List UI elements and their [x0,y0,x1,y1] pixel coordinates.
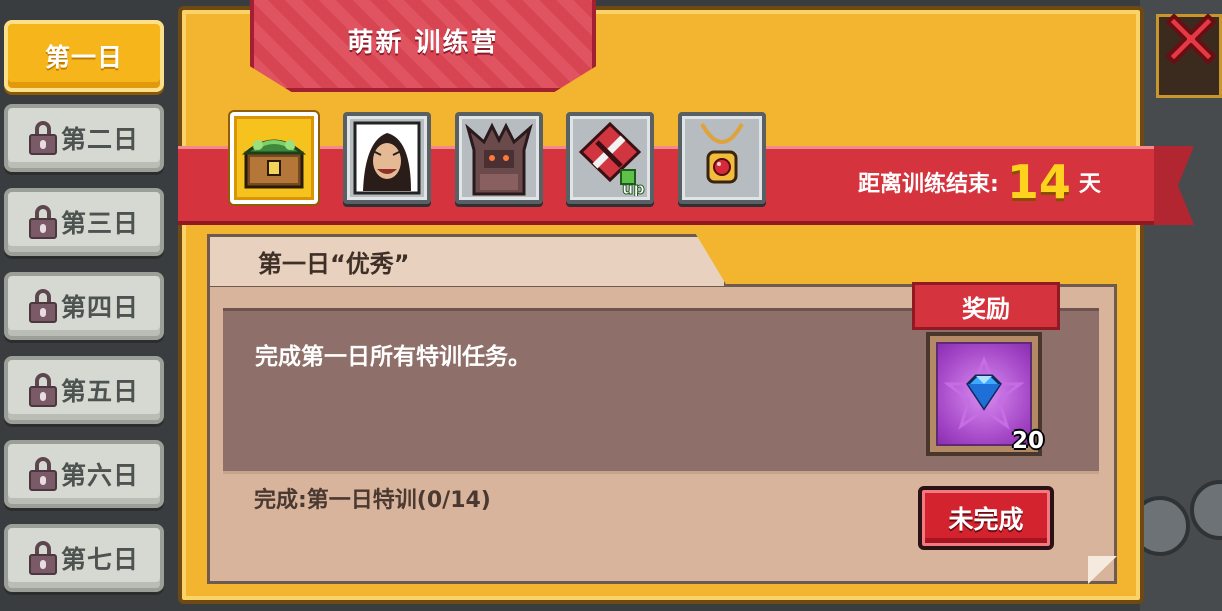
status-label: 未完成 [948,505,1024,534]
task-card-tab: 第一日“优秀” [207,234,727,286]
lock-icon [28,121,57,155]
lock-icon [28,457,57,491]
task-description: 完成第一日所有特训任务。 [255,344,531,370]
day-tab-label: 第四日 [60,293,139,322]
tab-hero-portrait[interactable] [343,112,431,204]
amulet-icon [700,123,744,184]
day-tab-label: 第三日 [60,209,139,238]
lock-icon [28,541,57,575]
page-title: 萌新 训练营 [347,28,499,58]
reward-label: 奖励 [962,294,1010,323]
task-progress: 完成:第一日特训(0/14) [254,488,491,513]
day-tab-label: 第一日 [44,43,123,72]
day-tab-label: 第二日 [60,125,139,154]
treasure-chest-icon [241,139,307,189]
tab-weapon-upgrade[interactable]: up [566,112,654,204]
incomplete-status-button[interactable]: 未完成 [918,486,1054,550]
day-tab-label: 第六日 [60,461,139,490]
day-tab-3[interactable]: 第三日 [4,188,164,256]
reward-tag: 奖励 [912,282,1060,330]
day-tab-7[interactable]: 第七日 [4,524,164,592]
countdown-label: 距离训练结束: [858,172,999,197]
close-button[interactable] [1160,8,1222,70]
tab-amulet[interactable] [678,112,766,204]
countdown: 距离训练结束: 14 天 [858,152,1101,212]
day-tab-4[interactable]: 第四日 [4,272,164,340]
task-title: 第一日“优秀” [258,250,410,278]
lock-icon [28,289,57,323]
upgrade-badge: up [622,179,645,196]
day-tab-label: 第七日 [60,545,139,574]
title-banner: 萌新 训练营 [250,0,596,92]
hero-portrait-icon [353,121,421,195]
tab-demon-armor[interactable] [455,112,543,204]
tab-treasure-chest[interactable] [230,112,318,204]
lock-icon [28,373,57,407]
close-icon [1166,14,1216,64]
countdown-value: 14 [1006,155,1071,209]
day-tab-label: 第五日 [60,377,139,406]
day-tab-5[interactable]: 第五日 [4,356,164,424]
day-tab-6[interactable]: 第六日 [4,440,164,508]
demon-armor-icon [465,122,533,196]
countdown-unit: 天 [1078,172,1101,197]
weapon-upgrade-icon: up [578,121,645,196]
lock-icon [28,205,57,239]
day-tab-1[interactable]: 第一日 [4,20,164,92]
day-tab-2[interactable]: 第二日 [4,104,164,172]
diamond-gem-icon [944,356,1024,430]
reward-count: 20 [1012,428,1045,454]
